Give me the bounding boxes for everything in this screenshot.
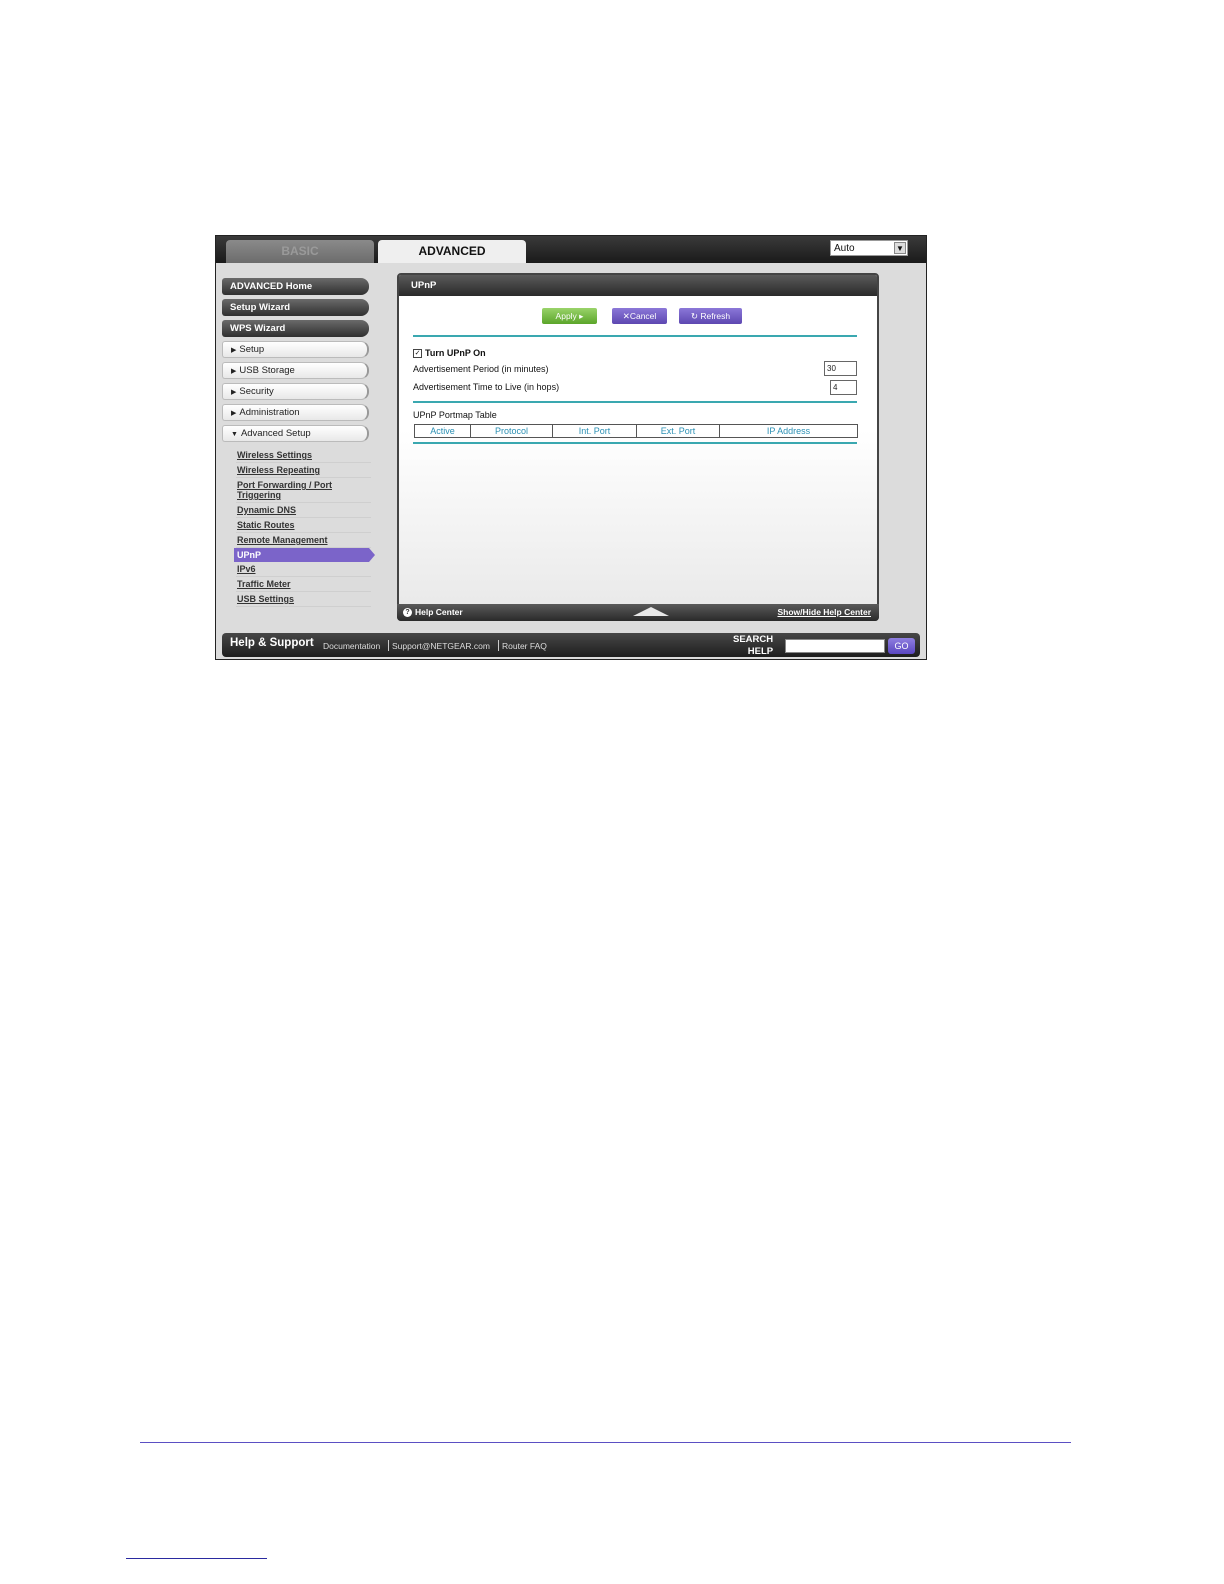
- portmap-table-title: UPnP Portmap Table: [413, 410, 497, 420]
- triangle-right-icon: ▶: [231, 389, 237, 396]
- search-help-label: SEARCH HELP: [733, 634, 773, 658]
- separator: [388, 640, 389, 651]
- chevron-down-icon[interactable]: ▼: [894, 242, 906, 254]
- sidebar-item-label: Security: [239, 386, 274, 397]
- page-divider: [140, 1442, 1071, 1443]
- sidebar: ADVANCED Home Setup Wizard WPS Wizard ▶ S…: [222, 278, 375, 607]
- sidebar-item-label: Setup: [239, 344, 265, 355]
- advertisement-ttl-input[interactable]: 4: [830, 380, 857, 395]
- submenu-wireless-settings[interactable]: Wireless Settings: [236, 448, 371, 463]
- tab-basic[interactable]: BASIC: [226, 240, 374, 263]
- submenu-traffic-meter[interactable]: Traffic Meter: [236, 577, 371, 592]
- column-header: IP Address: [766, 426, 811, 436]
- triangle-down-icon: ▼: [231, 431, 238, 438]
- expand-arrow-icon[interactable]: [633, 607, 669, 616]
- sidebar-item-advanced-setup[interactable]: ▼ Advanced Setup: [222, 425, 369, 442]
- router-admin-screenshot: BASIC ADVANCED Auto ▼ ADVANCED Home Setu…: [215, 235, 927, 660]
- help-label: HELP: [747, 646, 774, 657]
- go-button[interactable]: GO: [888, 638, 915, 654]
- action-buttons: Apply ▸ ✕Cancel ↻ Refresh: [399, 308, 877, 324]
- advanced-setup-submenu: Wireless Settings Wireless Repeating Por…: [222, 448, 375, 607]
- sidebar-item-wps-wizard[interactable]: WPS Wizard: [222, 320, 369, 337]
- turn-upnp-on-checkbox[interactable]: ✓: [413, 349, 422, 359]
- turn-upnp-on-label: Turn UPnP On: [425, 348, 486, 358]
- language-select[interactable]: Auto ▼: [830, 240, 908, 256]
- tab-advanced[interactable]: ADVANCED: [378, 240, 526, 263]
- divider: [413, 401, 857, 403]
- sidebar-item-setup-wizard[interactable]: Setup Wizard: [222, 299, 369, 316]
- submenu-wireless-repeating[interactable]: Wireless Repeating: [236, 463, 371, 478]
- page-title: UPnP: [399, 275, 877, 296]
- refresh-button[interactable]: ↻ Refresh: [679, 308, 742, 324]
- help-support-bar: Help & Support Documentation Support@NET…: [222, 633, 920, 657]
- upnp-panel: UPnP Apply ▸ ✕Cancel ↻ Refresh ✓ Turn UPn…: [397, 273, 879, 621]
- advertisement-period-label: Advertisement Period (in minutes): [413, 364, 549, 374]
- sidebar-item-setup[interactable]: ▶ Setup: [222, 341, 369, 358]
- advertisement-ttl-label: Advertisement Time to Live (in hops): [413, 382, 560, 392]
- documentation-link[interactable]: Documentation: [323, 641, 380, 651]
- submenu-usb-settings[interactable]: USB Settings: [236, 592, 371, 607]
- help-icon[interactable]: ?: [403, 608, 412, 618]
- sidebar-item-label: USB Storage: [239, 365, 295, 376]
- help-support-title: Help & Support: [230, 637, 314, 649]
- page-divider-short: [126, 1558, 267, 1559]
- apply-button[interactable]: Apply ▸: [542, 308, 597, 324]
- sidebar-item-label: Advanced Setup: [240, 428, 311, 439]
- divider: [413, 442, 857, 444]
- sidebar-item-label: Administration: [239, 407, 300, 418]
- portmap-table-header: Active Protocol Int. Port Ext. Port IP A…: [414, 424, 858, 438]
- language-select-value: Auto: [834, 243, 855, 254]
- sidebar-item-administration[interactable]: ▶ Administration: [222, 404, 369, 421]
- cancel-button[interactable]: ✕Cancel: [612, 308, 667, 324]
- submenu-upnp[interactable]: UPnP: [234, 548, 375, 562]
- search-help-input[interactable]: [785, 639, 885, 653]
- submenu-static-routes[interactable]: Static Routes: [236, 518, 371, 533]
- triangle-right-icon: ▶: [231, 347, 237, 354]
- submenu-port-forwarding[interactable]: Port Forwarding / Port Triggering: [236, 478, 371, 503]
- divider: [413, 335, 857, 337]
- turn-upnp-on-row: ✓ Turn UPnP On: [413, 348, 486, 359]
- router-faq-link[interactable]: Router FAQ: [502, 641, 547, 651]
- sidebar-item-usb-storage[interactable]: ▶ USB Storage: [222, 362, 369, 379]
- support-email-link[interactable]: Support@NETGEAR.com: [392, 641, 490, 651]
- show-hide-help-center-link[interactable]: Show/Hide Help Center: [777, 604, 871, 621]
- column-header: Protocol: [471, 425, 553, 437]
- search-label: SEARCH: [733, 634, 774, 645]
- submenu-ipv6[interactable]: IPv6: [236, 562, 371, 577]
- column-header: Active: [415, 425, 471, 437]
- triangle-right-icon: ▶: [231, 368, 237, 375]
- triangle-right-icon: ▶: [231, 410, 237, 417]
- sidebar-item-advanced-home[interactable]: ADVANCED Home: [222, 278, 369, 295]
- column-header: Int. Port: [553, 425, 637, 437]
- help-center-bar: ? Help Center Show/Hide Help Center: [397, 604, 879, 621]
- help-center-link[interactable]: Help Center: [415, 607, 463, 617]
- top-bar: BASIC ADVANCED Auto ▼: [216, 236, 926, 263]
- sidebar-item-security[interactable]: ▶ Security: [222, 383, 369, 400]
- advertisement-period-input[interactable]: 30: [824, 361, 857, 376]
- submenu-remote-management[interactable]: Remote Management: [236, 533, 371, 548]
- separator: [498, 640, 499, 651]
- column-header: Ext. Port: [637, 425, 720, 437]
- submenu-dynamic-dns[interactable]: Dynamic DNS: [236, 503, 371, 518]
